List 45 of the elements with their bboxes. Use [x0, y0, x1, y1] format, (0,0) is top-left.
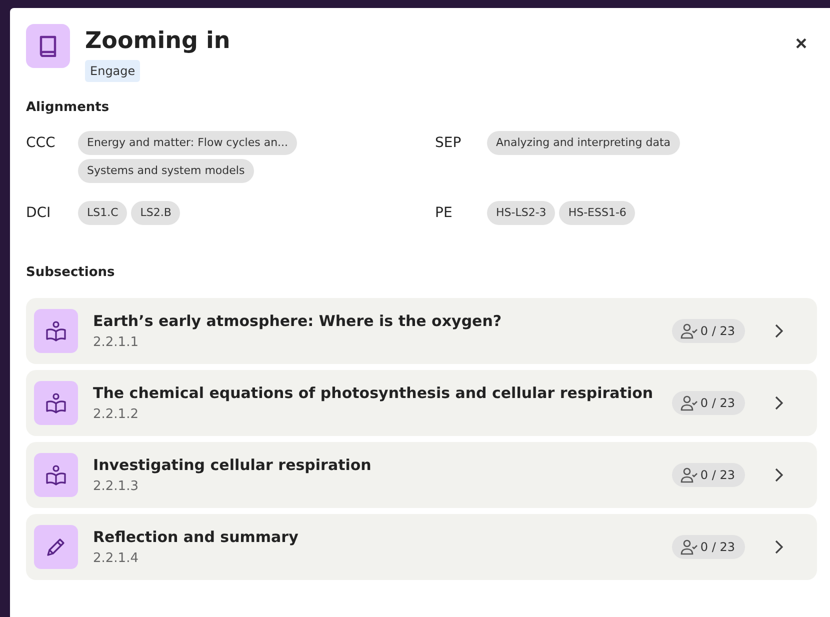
standard-chip: Analyzing and interpreting data	[487, 131, 680, 155]
standard-chip: Energy and matter: Flow cycles an...	[78, 131, 298, 155]
standard-chip: LS2.B	[131, 201, 180, 225]
close-button[interactable]: ×	[795, 34, 807, 54]
dialog-title: Zooming in	[85, 27, 230, 56]
subsection-number: 2.2.1.3	[93, 479, 140, 494]
pencil-icon	[34, 525, 78, 569]
section-heading: Alignments	[26, 100, 110, 115]
alignment-label: SEP	[435, 134, 462, 153]
person-check-icon	[680, 323, 698, 339]
alignment-label: DCI	[26, 204, 52, 223]
count-text: 0 / 23	[700, 396, 735, 410]
subsection-number: 2.2.1.2	[93, 407, 140, 422]
subsection-card[interactable]: Earth’s early atmosphere: Where is the oxygen? 2.2.1.1 0 / 23	[26, 298, 817, 364]
person-check-icon	[680, 539, 698, 555]
subsection-number: 2.2.1.4	[93, 551, 140, 566]
count-text: 0 / 23	[700, 468, 735, 482]
subsection-card[interactable]: Investigating cellular respiration 2.2.1.3 0 / 23	[26, 442, 817, 508]
reader-icon	[34, 453, 78, 497]
alignment-label: PE	[435, 204, 454, 223]
standard-chip: LS1.C	[78, 201, 128, 225]
subsection-card[interactable]: Reflection and summary 2.2.1.4 0 / 23	[26, 514, 817, 580]
phase-tag: Engage	[85, 60, 140, 82]
chevron-icon	[775, 324, 783, 338]
subsection-title: Reflection and summary	[93, 528, 300, 546]
section-heading: Subsections	[26, 265, 116, 280]
standard-chip: HS-LS2-3	[487, 201, 556, 225]
chevron-icon	[775, 540, 783, 554]
person-check-icon	[680, 467, 698, 483]
count-text: 0 / 23	[700, 540, 735, 554]
book-icon	[26, 24, 70, 68]
subsection-title: The chemical equations of photosynthesis and cellular respiration	[93, 384, 654, 402]
standard-chip: HS-ESS1-6	[559, 201, 636, 225]
subsection-number: 2.2.1.1	[93, 335, 140, 350]
count-text: 0 / 23	[700, 324, 735, 338]
subsection-title: Earth’s early atmosphere: Where is the oxygen?	[93, 312, 503, 330]
person-check-icon	[680, 395, 698, 411]
subsection-title: Investigating cellular respiration	[93, 456, 372, 474]
subsection-card[interactable]: The chemical equations of photosynthesis and cellular respiration 2.2.1.2 0 / 23	[26, 370, 817, 436]
reader-icon	[34, 381, 78, 425]
chevron-icon	[775, 396, 783, 410]
chevron-icon	[775, 468, 783, 482]
standard-chip: Systems and system models	[78, 159, 254, 183]
alignment-label: CCC	[26, 134, 56, 153]
reader-icon	[34, 309, 78, 353]
